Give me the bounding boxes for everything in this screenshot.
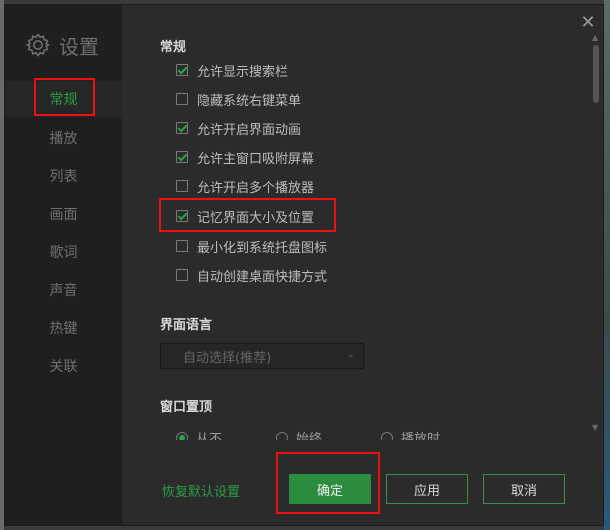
apply-button[interactable]: 应用	[386, 474, 468, 504]
radio-dot[interactable]	[176, 431, 188, 440]
sidebar-item-label: 声音	[49, 283, 78, 299]
sidebar: 设置 常规 播放 列表 画面 歌词 声音 热键 关联	[5, 5, 122, 525]
option-label: 自动创建桌面快捷方式	[197, 269, 328, 285]
radio-while-playing[interactable]: 播放时	[381, 428, 440, 440]
radio-label: 始终	[296, 432, 323, 440]
radio-dot[interactable]	[276, 431, 288, 440]
cancel-button[interactable]: 取消	[483, 474, 565, 504]
option-label: 隐藏系统右键菜单	[197, 93, 302, 109]
option-multiple-players[interactable]: 允许开启多个播放器	[176, 177, 315, 196]
radio-label: 播放时	[401, 432, 441, 440]
close-button[interactable]: ✕	[578, 13, 598, 33]
radio-label: 从不	[196, 432, 223, 440]
scrollbar-thumb[interactable]	[593, 45, 599, 103]
option-hide-context-menu[interactable]: 隐藏系统右键菜单	[176, 90, 302, 109]
window-top-radio-group: 从不 始终 播放时	[176, 428, 586, 440]
sidebar-item-label: 列表	[49, 169, 78, 185]
checkbox[interactable]	[176, 64, 188, 76]
sidebar-item-label: 热键	[49, 321, 78, 337]
reset-defaults-link[interactable]: 恢复默认设置	[162, 481, 240, 500]
radio-never[interactable]: 从不	[176, 428, 222, 440]
checkbox[interactable]	[176, 93, 188, 105]
checkbox[interactable]	[176, 180, 188, 192]
sidebar-item-label: 画面	[49, 207, 78, 223]
settings-dialog: 设置 常规 播放 列表 画面 歌词 声音 热键 关联 ✕ ▲ ▼ 常规 允许显示…	[4, 4, 604, 526]
checkbox[interactable]	[176, 151, 188, 163]
radio-dot[interactable]	[381, 431, 393, 440]
option-ui-animation[interactable]: 允许开启界面动画	[176, 119, 302, 138]
sidebar-item-list[interactable]: 列表	[5, 158, 122, 194]
language-select[interactable]: 自动选择(推荐) ⌄	[160, 343, 364, 369]
option-label: 允许显示搜索栏	[197, 64, 289, 80]
option-label: 允许开启多个播放器	[197, 180, 315, 196]
checkbox[interactable]	[176, 269, 188, 281]
sidebar-item-label: 歌词	[49, 245, 78, 261]
close-icon: ✕	[580, 12, 596, 33]
ok-button[interactable]: 确定	[289, 474, 371, 504]
sidebar-item-hotkeys[interactable]: 热键	[5, 310, 122, 346]
radio-always[interactable]: 始终	[276, 428, 322, 440]
option-label: 允许开启界面动画	[197, 122, 302, 138]
checkbox[interactable]	[176, 122, 188, 134]
option-desktop-shortcut[interactable]: 自动创建桌面快捷方式	[176, 266, 328, 285]
option-minimize-to-tray[interactable]: 最小化到系统托盘图标	[176, 237, 328, 256]
scroll-down-arrow-icon[interactable]: ▼	[592, 423, 598, 432]
option-label: 最小化到系统托盘图标	[197, 240, 328, 256]
background-window-edge-right	[604, 0, 610, 530]
gear-icon	[25, 32, 51, 58]
sidebar-item-sound[interactable]: 声音	[5, 272, 122, 308]
section-title-window-top: 窗口置顶	[160, 400, 213, 415]
scroll-up-arrow-icon[interactable]: ▲	[592, 33, 598, 42]
sidebar-item-label: 关联	[49, 359, 78, 375]
option-show-search[interactable]: 允许显示搜索栏	[176, 61, 289, 80]
option-snap-to-screen[interactable]: 允许主窗口吸附屏幕	[176, 148, 315, 167]
sidebar-item-label: 常规	[49, 92, 78, 108]
checkbox[interactable]	[176, 210, 188, 222]
chevron-down-icon: ⌄	[346, 349, 355, 360]
option-label: 允许主窗口吸附屏幕	[197, 151, 315, 167]
option-remember-size-position[interactable]: 记忆界面大小及位置	[176, 207, 315, 226]
section-title-general: 常规	[160, 40, 187, 55]
option-label: 记忆界面大小及位置	[197, 210, 315, 226]
language-select-value: 自动选择(推荐)	[183, 350, 272, 366]
sidebar-item-lyrics[interactable]: 歌词	[5, 234, 122, 270]
checkbox[interactable]	[176, 240, 188, 252]
sidebar-title: 设置	[25, 30, 99, 60]
sidebar-item-display[interactable]: 画面	[5, 196, 122, 232]
section-title-language: 界面语言	[160, 318, 213, 333]
sidebar-item-playback[interactable]: 播放	[5, 120, 122, 156]
sidebar-item-general[interactable]: 常规	[5, 81, 122, 117]
sidebar-title-label: 设置	[59, 34, 99, 59]
sidebar-item-label: 播放	[49, 131, 78, 147]
sidebar-item-associations[interactable]: 关联	[5, 348, 122, 384]
